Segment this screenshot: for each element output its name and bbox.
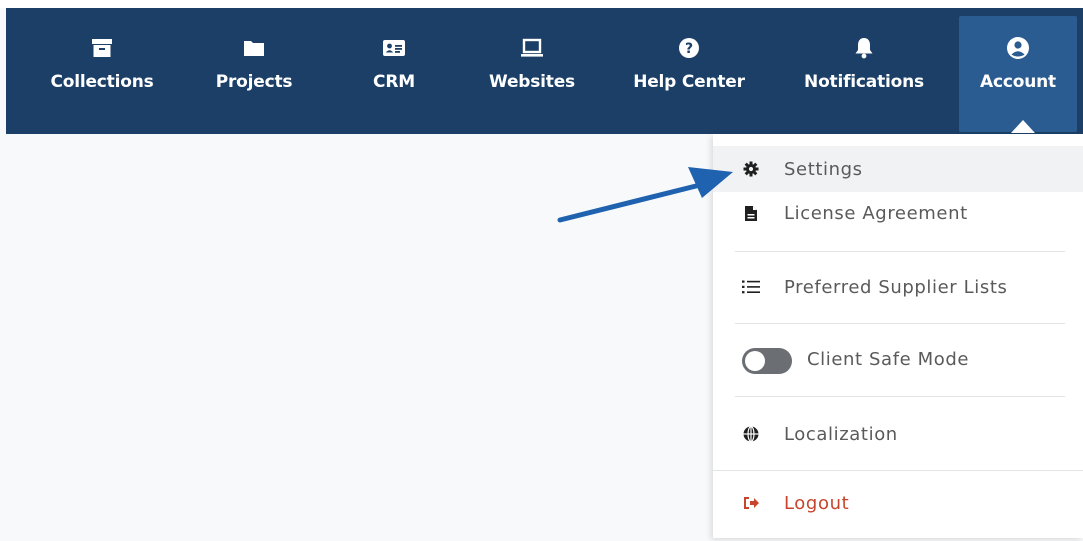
annotation-arrow (557, 167, 733, 223)
page-background: Collections Projects CRM Websites ? Help… (0, 0, 1083, 541)
